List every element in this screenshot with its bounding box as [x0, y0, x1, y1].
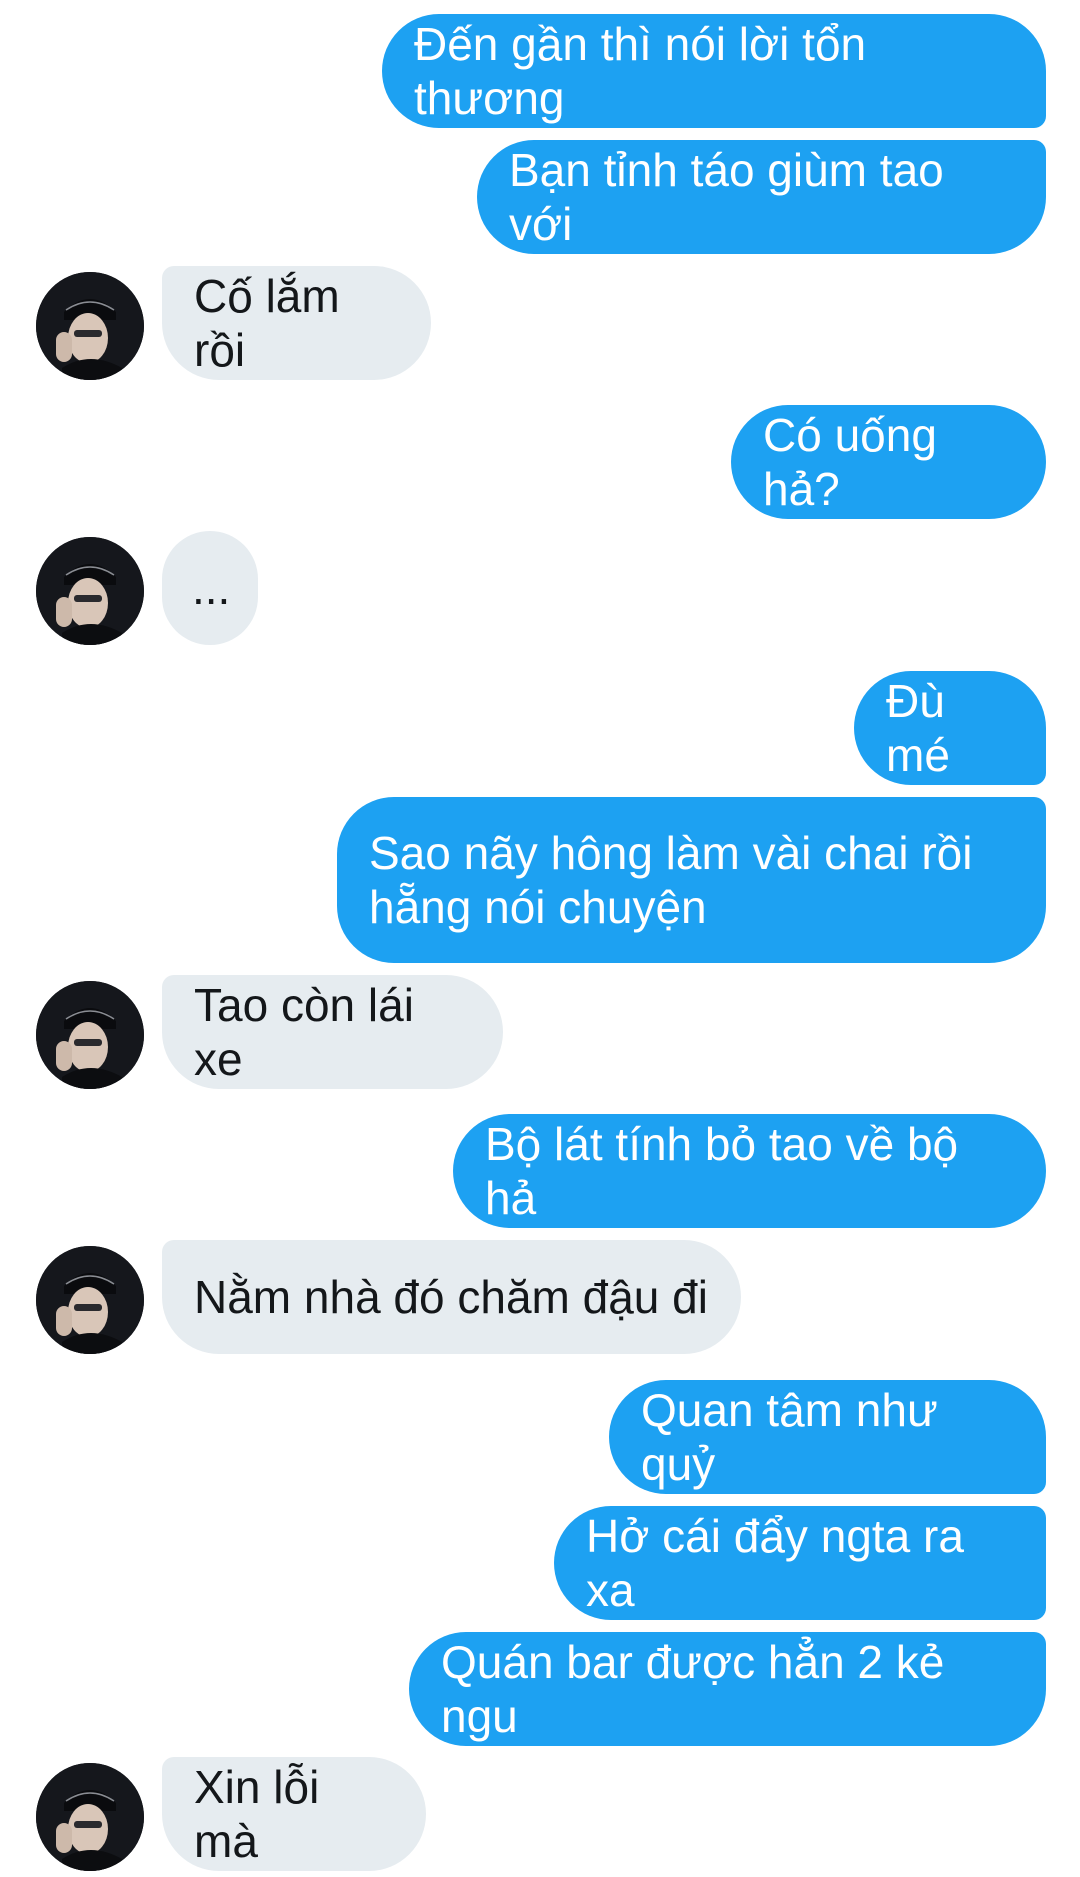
message-bubble-sent[interactable]: Quan tâm như quỷ: [609, 1380, 1046, 1494]
message-bubble-sent[interactable]: Sao nãy hông làm vài chai rồi hẵng nói c…: [337, 797, 1046, 963]
avatar-photo-icon: [36, 1246, 144, 1354]
message-bubble-sent[interactable]: Hở cái đẩy ngta ra xa: [554, 1506, 1046, 1620]
message-bubble-sent[interactable]: Có uống hả?: [731, 405, 1046, 519]
message-bubble-received[interactable]: Tao còn lái xe: [162, 975, 503, 1089]
message-bubble-received[interactable]: Nằm nhà đó chăm đậu đi: [162, 1240, 741, 1354]
message-bubble-sent[interactable]: Bộ lát tính bỏ tao về bộ hả: [453, 1114, 1046, 1228]
message-bubble-sent[interactable]: Đù mé: [854, 671, 1046, 785]
avatar-photo-icon: [36, 1763, 144, 1871]
message-bubble-received[interactable]: ...: [162, 531, 258, 645]
contact-avatar[interactable]: [36, 1246, 144, 1354]
avatar-photo-icon: [36, 981, 144, 1089]
avatar-photo-icon: [36, 272, 144, 380]
contact-avatar[interactable]: [36, 1763, 144, 1871]
message-bubble-received[interactable]: Xin lỗi mà: [162, 1757, 426, 1871]
contact-avatar[interactable]: [36, 981, 144, 1089]
message-bubble-sent[interactable]: Quán bar được hẳn 2 kẻ ngu: [409, 1632, 1046, 1746]
message-bubble-sent[interactable]: Bạn tỉnh táo giùm tao với: [477, 140, 1046, 254]
avatar-photo-icon: [36, 537, 144, 645]
message-bubble-sent[interactable]: Đến gần thì nói lời tổn thương: [382, 14, 1046, 128]
conversation-thread: Đến gần thì nói lời tổn thương Bạn tỉnh …: [0, 0, 1080, 1877]
contact-avatar[interactable]: [36, 272, 144, 380]
contact-avatar[interactable]: [36, 537, 144, 645]
message-bubble-received[interactable]: Cố lắm rồi: [162, 266, 431, 380]
